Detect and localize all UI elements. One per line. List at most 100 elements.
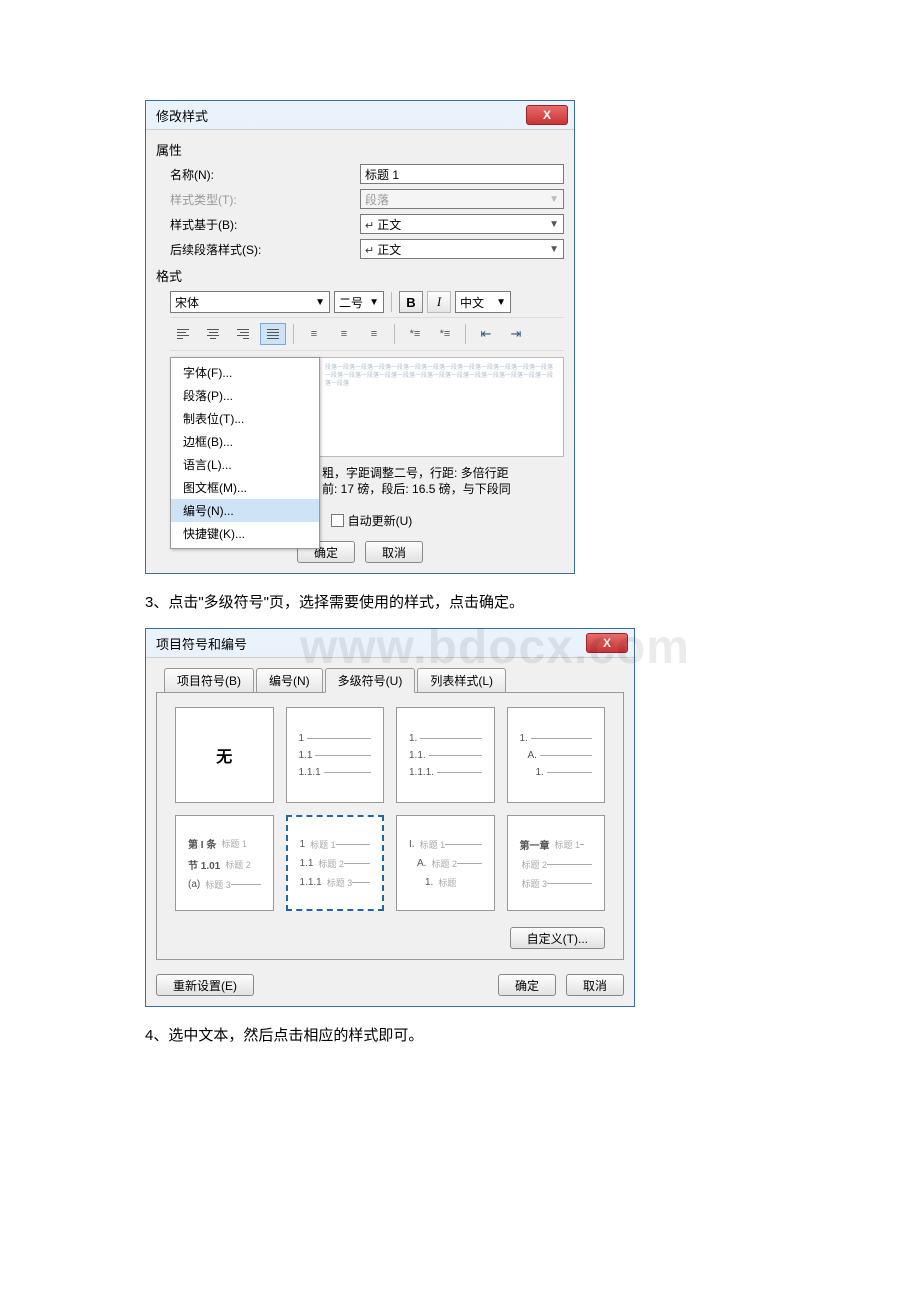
cancel-label: 取消 — [583, 977, 607, 994]
lvl: 1.1. — [409, 750, 426, 761]
preview-box: 段落一段落一段落一段落一段落一段落一段落一段落一段落一段落一段落一段落一段落一段… — [170, 357, 564, 457]
menu-frame[interactable]: 图文框(M)... — [171, 476, 319, 499]
sfx: 标题 1 — [221, 837, 247, 850]
follow-label: 后续段落样式(S): — [170, 241, 360, 258]
sfx: 标题 2 — [318, 857, 344, 870]
reset-button[interactable]: 重新设置(E) — [156, 974, 254, 996]
spacing-icon: ≡ — [341, 328, 347, 340]
style-heading-numeric[interactable]: 1标题 1 1.1标题 2 1.1.1标题 3 — [286, 815, 385, 911]
tab-label: 多级符号(U) — [338, 674, 403, 688]
follow-value: 正文 — [365, 241, 401, 258]
close-icon: X — [543, 108, 551, 122]
type-label: 样式类型(T): — [170, 191, 360, 208]
italic-icon: I — [437, 294, 441, 310]
sfx: 标题 3 — [327, 876, 353, 889]
lvl: A. — [528, 750, 537, 761]
sfx: 标题 2 — [431, 857, 457, 870]
modify-style-dialog: 修改样式 X 属性 名称(N): 标题 1 样式类型(T): 段落 ▼ 样式基于… — [145, 100, 575, 574]
sfx: 标题 1 — [555, 838, 581, 851]
titlebar: 修改样式 X — [146, 101, 574, 129]
row-type: 样式类型(T): 段落 ▼ — [170, 188, 564, 210]
style-roman[interactable]: I.标题 1 A.标题 2 1.标题 — [396, 815, 495, 911]
lang-combo[interactable]: 中文 ▼ — [455, 291, 511, 313]
tab-liststyle[interactable]: 列表样式(L) — [417, 668, 506, 693]
menu-paragraph[interactable]: 段落(P)... — [171, 384, 319, 407]
row-based: 样式基于(B): 正文 ▼ — [170, 213, 564, 235]
follow-combo[interactable]: 正文 ▼ — [360, 239, 564, 259]
tab-panel: 无 1 1.1 1.1.1 1. 1.1. 1.1.1. 1. A. 1. — [156, 692, 624, 960]
bold-icon: B — [406, 295, 415, 310]
font-size-combo[interactable]: 二号 ▼ — [334, 291, 384, 313]
cancel-button[interactable]: 取消 — [566, 974, 624, 996]
sfx: 标题 1 — [310, 838, 336, 851]
font-size-value: 二号 — [339, 294, 363, 311]
ok-label: 确定 — [515, 977, 539, 994]
decrease-indent-button[interactable]: ⇤ — [473, 323, 499, 345]
desc-line2: 前: 17 磅，段后: 16.5 磅，与下段同 — [322, 481, 562, 497]
row-follow: 后续段落样式(S): 正文 ▼ — [170, 238, 564, 260]
align-justify-button[interactable] — [260, 323, 286, 345]
preview-lines: 段落一段落一段落一段落一段落一段落一段落一段落一段落一段落一段落一段落一段落一段… — [325, 364, 555, 388]
tab-label: 项目符号(B) — [177, 674, 241, 688]
style-none[interactable]: 无 — [175, 707, 274, 803]
style-article[interactable]: 第 I 条标题 1 节 1.01标题 2 (a)标题 3 — [175, 815, 274, 911]
sfx: 标题 — [438, 876, 456, 889]
menu-font[interactable]: 字体(F)... — [171, 361, 319, 384]
name-input[interactable]: 标题 1 — [360, 164, 564, 184]
close-button[interactable]: X — [526, 105, 568, 125]
menu-shortcut[interactable]: 快捷键(K)... — [171, 522, 319, 545]
align-right-button[interactable] — [230, 323, 256, 345]
menu-tabs[interactable]: 制表位(T)... — [171, 407, 319, 430]
spacing-before-button[interactable]: *≡ — [402, 323, 428, 345]
cancel-button[interactable]: 取消 — [365, 541, 423, 563]
instruction-step3: 3、点击"多级符号"页，选择需要使用的样式，点击确定。 — [145, 592, 775, 614]
sfx: 标题 2 — [225, 858, 251, 871]
style-numeric-1[interactable]: 1 1.1 1.1.1 — [286, 707, 385, 803]
ok-button[interactable]: 确定 — [498, 974, 556, 996]
menu-language[interactable]: 语言(L)... — [171, 453, 319, 476]
close-button[interactable]: X — [586, 633, 628, 653]
separator — [293, 324, 294, 344]
section-format: 格式 — [156, 266, 564, 285]
reset-label: 重新设置(E) — [173, 977, 237, 994]
font-name-value: 宋体 — [175, 294, 199, 311]
menu-numbering[interactable]: 编号(N)... — [171, 499, 319, 522]
sfx: 标题 1 — [420, 838, 446, 851]
based-combo[interactable]: 正文 ▼ — [360, 214, 564, 234]
style-chapter[interactable]: 第一章标题 1 标题 2 标题 3 — [507, 815, 606, 911]
lvl: 1. — [425, 877, 433, 888]
align-left-button[interactable] — [170, 323, 196, 345]
italic-button[interactable]: I — [427, 291, 451, 313]
customize-button[interactable]: 自定义(T)... — [510, 927, 605, 949]
paragraph-toolbar: ≡ ≡ ≡ *≡ *≡ ⇤ ⇥ — [170, 317, 564, 351]
line-spacing-1-button[interactable]: ≡ — [301, 323, 327, 345]
spacing-before-icon: *≡ — [410, 328, 421, 340]
type-combo: 段落 ▼ — [360, 189, 564, 209]
chevron-down-icon: ▼ — [549, 244, 559, 255]
separator — [465, 324, 466, 344]
style-numeric-dot[interactable]: 1. 1.1. 1.1.1. — [396, 707, 495, 803]
lvl: 节 1.01 — [188, 857, 220, 872]
lvl: 1. — [409, 733, 417, 744]
line-spacing-1_5-button[interactable]: ≡ — [331, 323, 357, 345]
none-label: 无 — [216, 743, 232, 767]
sfx: 标题 2 — [522, 858, 548, 871]
dialog-title: 项目符号和编号 — [156, 634, 247, 653]
tab-multilevel[interactable]: 多级符号(U) — [325, 668, 416, 693]
style-grid: 无 1 1.1 1.1.1 1. 1.1. 1.1.1. 1. A. 1. — [175, 707, 605, 911]
spacing-after-button[interactable]: *≡ — [432, 323, 458, 345]
font-name-combo[interactable]: 宋体 ▼ — [170, 291, 330, 313]
increase-indent-button[interactable]: ⇥ — [503, 323, 529, 345]
lang-value: 中文 — [460, 294, 484, 311]
line-spacing-2-button[interactable]: ≡ — [361, 323, 387, 345]
style-1A1[interactable]: 1. A. 1. — [507, 707, 606, 803]
lvl: 1.1.1. — [409, 767, 434, 778]
tab-numbers[interactable]: 编号(N) — [256, 668, 323, 693]
based-label: 样式基于(B): — [170, 216, 360, 233]
tab-bullets[interactable]: 项目符号(B) — [164, 668, 254, 693]
menu-border[interactable]: 边框(B)... — [171, 430, 319, 453]
row-name: 名称(N): 标题 1 — [170, 163, 564, 185]
bold-button[interactable]: B — [399, 291, 423, 313]
auto-update-checkbox[interactable] — [331, 514, 344, 527]
align-center-button[interactable] — [200, 323, 226, 345]
